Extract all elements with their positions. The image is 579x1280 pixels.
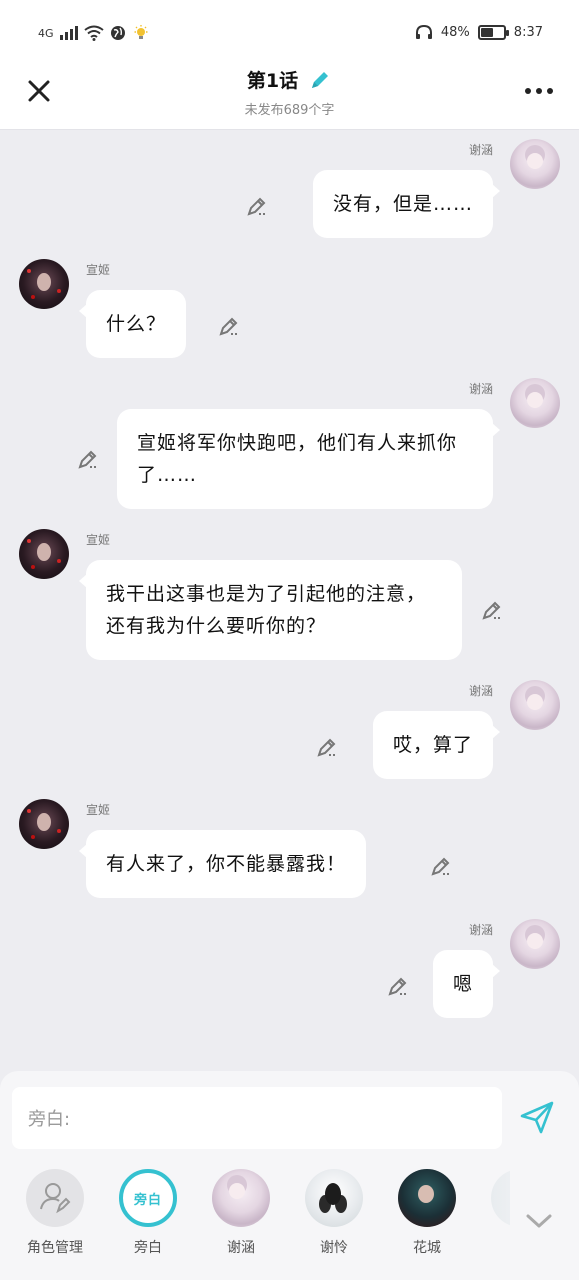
role-huacheng[interactable]: 花城: [382, 1169, 472, 1257]
chevron-down-icon[interactable]: [525, 1211, 553, 1231]
signal-icon: [59, 26, 78, 40]
avatar-xuanji[interactable]: [19, 259, 69, 309]
edit-message-icon[interactable]: [430, 855, 452, 877]
wifi-icon: [83, 25, 104, 41]
role-selector: 角色管理 旁白 旁白 谢涵 谢怜 花城 暴: [0, 1169, 510, 1269]
role-partial[interactable]: 暴: [475, 1169, 510, 1257]
headphones-icon: [415, 24, 432, 39]
avatar-xiehan[interactable]: [510, 680, 560, 730]
role-xielian[interactable]: 谢怜: [289, 1169, 379, 1257]
edit-message-icon[interactable]: [481, 599, 503, 621]
top-bar: 第1话 未发布689个字: [0, 62, 579, 130]
globe-icon: [110, 26, 125, 40]
message-bubble[interactable]: 哎，算了: [372, 711, 501, 779]
role-manage-button[interactable]: 角色管理: [10, 1169, 100, 1257]
chat-area[interactable]: 谢涵 没有，但是…… 宣姬 什么？ 谢涵 宣姬将军你快跑吧，他们有人来抓你了………: [0, 131, 579, 1071]
avatar: [305, 1169, 363, 1227]
message-bubble[interactable]: 嗯: [432, 950, 501, 1018]
message-input[interactable]: 旁白:: [12, 1087, 502, 1149]
edit-message-icon[interactable]: [77, 448, 99, 470]
narration-badge: 旁白: [119, 1169, 177, 1227]
message-bubble[interactable]: 没有，但是……: [312, 170, 501, 238]
edit-message-icon[interactable]: [218, 315, 240, 337]
bulb-icon: [134, 25, 148, 39]
avatar-xiehan[interactable]: [510, 378, 560, 428]
avatar-xiehan[interactable]: [510, 919, 560, 969]
battery-percent: 48%: [440, 24, 470, 40]
speaker-name: 谢涵: [468, 923, 493, 937]
role-xiehan[interactable]: 谢涵: [196, 1169, 286, 1257]
role-narration[interactable]: 旁白 旁白: [103, 1169, 193, 1257]
send-icon[interactable]: [519, 1099, 555, 1135]
word-count-status: 未发布689个字: [244, 103, 335, 118]
edit-message-icon[interactable]: [316, 736, 338, 758]
network-type: 4G: [38, 26, 54, 40]
speaker-name: 宣姬: [86, 533, 111, 547]
avatar: [212, 1169, 270, 1227]
speaker-name: 宣姬: [86, 263, 111, 277]
avatar: [491, 1169, 510, 1227]
edit-message-icon[interactable]: [246, 195, 268, 217]
message-bubble[interactable]: 我干出这事也是为了引起他的注意，还有我为什么要听你的？: [79, 560, 462, 660]
speaker-name: 谢涵: [468, 382, 493, 396]
avatar: [398, 1169, 456, 1227]
status-bar: 4G 48% 8:37: [0, 0, 579, 62]
chapter-title[interactable]: 第1话: [247, 66, 332, 93]
composer: 旁白: 角色管理 旁白 旁白 谢涵 谢怜 花城 暴: [0, 1071, 579, 1280]
message-bubble[interactable]: 有人来了，你不能暴露我！: [78, 830, 367, 898]
more-options-button[interactable]: [525, 88, 553, 94]
speaker-name: 谢涵: [468, 143, 493, 157]
avatar-xuanji[interactable]: [19, 529, 69, 579]
battery-icon: [477, 24, 509, 40]
message-bubble[interactable]: 宣姬将军你快跑吧，他们有人来抓你了……: [117, 409, 500, 509]
avatar-xuanji[interactable]: [19, 799, 69, 849]
edit-message-icon[interactable]: [387, 975, 409, 997]
speaker-name: 谢涵: [468, 684, 493, 698]
avatar-xiehan[interactable]: [510, 139, 560, 189]
message-bubble[interactable]: 什么？: [78, 290, 187, 358]
speaker-name: 宣姬: [86, 803, 111, 817]
pencil-icon[interactable]: [308, 68, 332, 92]
role-manage-icon: [26, 1169, 84, 1227]
clock: 8:37: [513, 24, 543, 40]
